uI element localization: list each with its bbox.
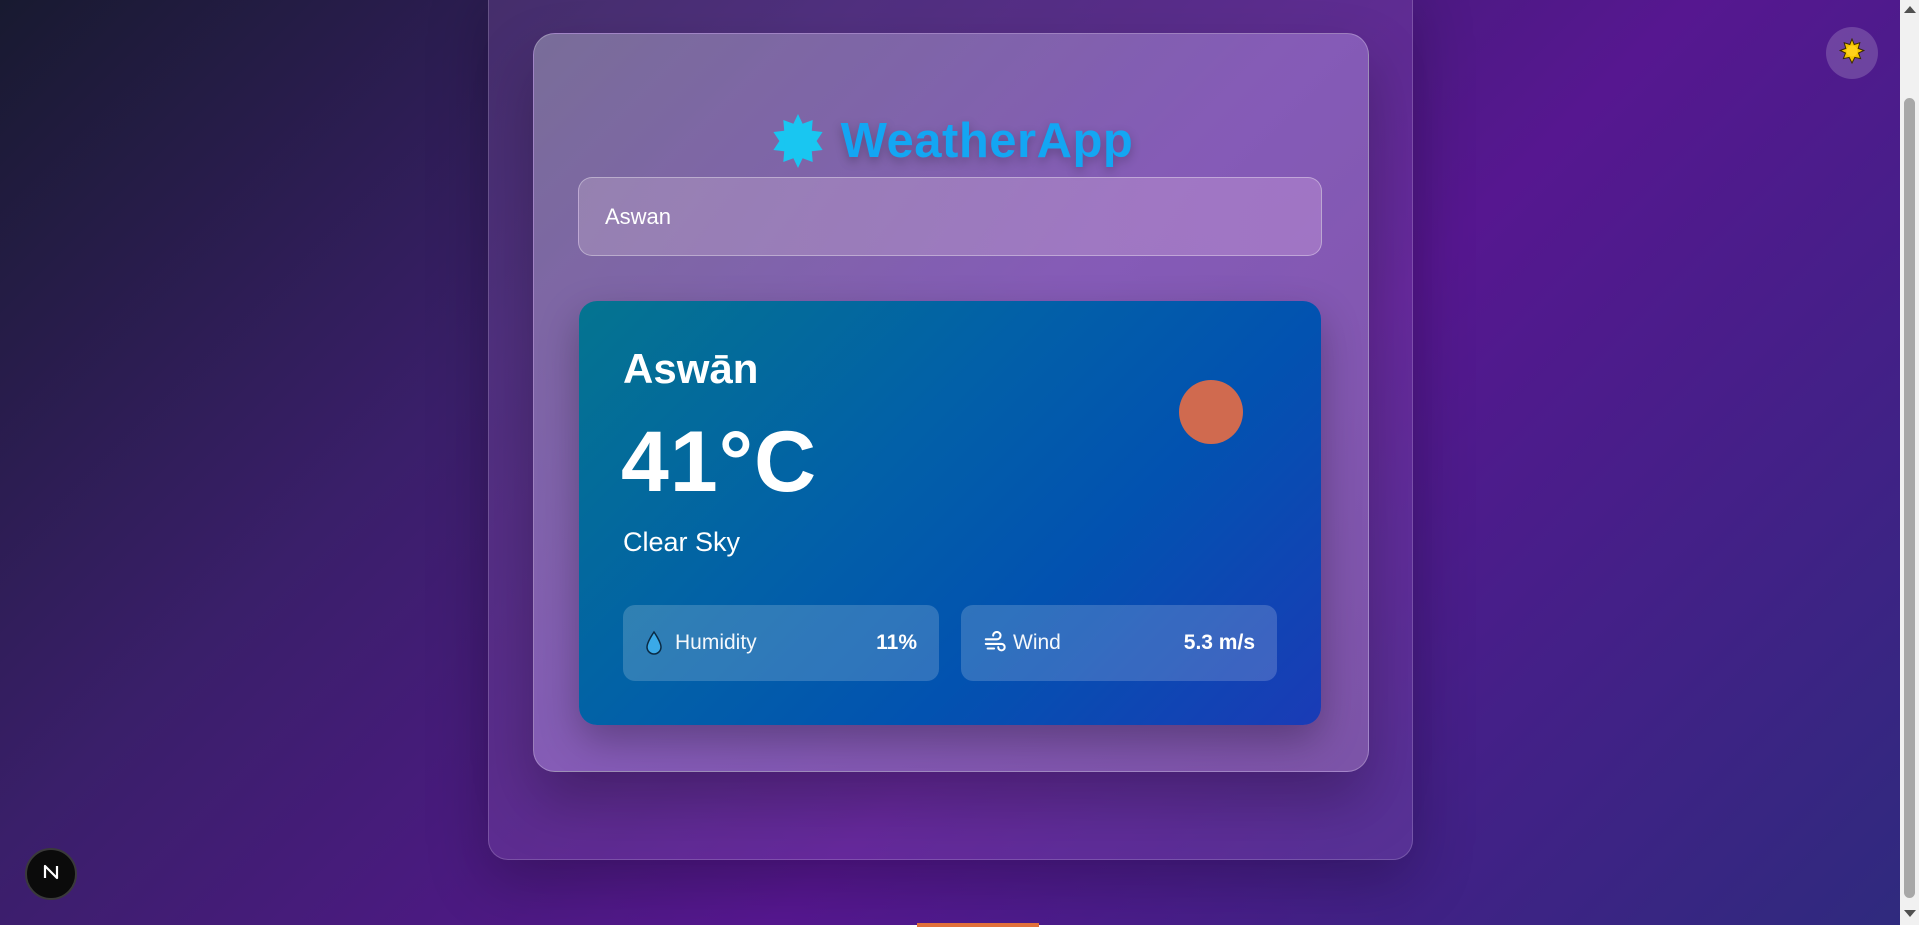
next-logo-icon <box>40 861 62 888</box>
humidity-stat: Humidity 11% <box>623 605 939 681</box>
theme-toggle-button[interactable] <box>1826 27 1878 79</box>
temperature: 41°C <box>621 414 818 510</box>
vertical-scrollbar[interactable] <box>1900 0 1919 925</box>
sun-icon <box>1838 37 1866 69</box>
app-header: WeatherApp <box>534 109 1368 173</box>
sun-badge-icon <box>769 112 827 170</box>
wind-icon <box>983 630 1007 656</box>
weather-description: Clear Sky <box>623 527 741 557</box>
humidity-value: 11% <box>876 631 917 654</box>
app-background: WeatherApp Aswān 41°C Clear Sky Humidity… <box>0 0 1900 925</box>
scroll-down-arrow-icon[interactable] <box>1904 910 1916 917</box>
wind-value: 5.3 m/s <box>1183 631 1255 654</box>
scrollbar-thumb[interactable] <box>1904 98 1915 898</box>
current-weather-card: Aswān 41°C Clear Sky Humidity 11% Wind 5… <box>579 301 1321 725</box>
droplet-icon <box>645 630 669 656</box>
wind-label: Wind <box>1013 631 1061 654</box>
city-search-input[interactable] <box>578 177 1322 256</box>
wind-stat: Wind 5.3 m/s <box>961 605 1277 681</box>
humidity-label: Humidity <box>675 631 757 654</box>
app-title: WeatherApp <box>840 114 1134 168</box>
city-name: Aswān <box>623 345 759 392</box>
weather-app-card: WeatherApp Aswān 41°C Clear Sky Humidity… <box>533 33 1369 772</box>
scroll-up-arrow-icon[interactable] <box>1904 6 1916 13</box>
sun-circle-icon <box>1179 380 1243 444</box>
bottom-accent-strip <box>917 923 1039 927</box>
next-dev-indicator-button[interactable] <box>25 848 77 900</box>
